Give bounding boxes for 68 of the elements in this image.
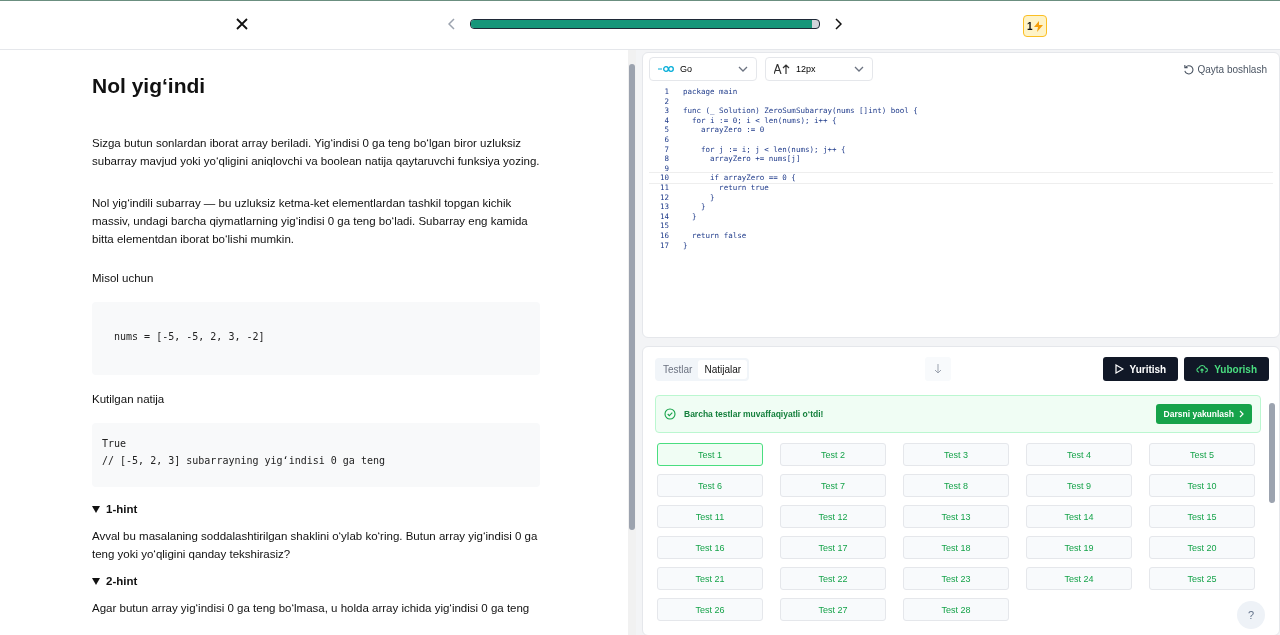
- triangle-icon[interactable]: [92, 577, 100, 585]
- results-tab[interactable]: Testlar: [657, 359, 699, 379]
- cloud-upload-icon: [1196, 364, 1209, 374]
- lightning-icon: [1033, 20, 1043, 32]
- test-case-button[interactable]: Test 12: [780, 505, 886, 528]
- test-case-button[interactable]: Test 7: [780, 474, 886, 497]
- test-case-button[interactable]: Test 10: [1149, 474, 1255, 497]
- test-case-button[interactable]: Test 5: [1149, 443, 1255, 466]
- close-button[interactable]: [234, 16, 250, 32]
- language-dropdown[interactable]: Go: [649, 57, 757, 81]
- hint-title[interactable]: 1-hint: [106, 503, 138, 515]
- scrollbar-thumb[interactable]: [1269, 403, 1275, 503]
- test-case-button[interactable]: Test 3: [903, 443, 1009, 466]
- test-case-button[interactable]: Test 4: [1026, 443, 1132, 466]
- description-paragraph: Nol yig‘indili subarray — bu uzluksiz ketma-ket elementlardan tashkil topgan kichik massiv, undagi barcha qiymatlarning yig‘indisi 0 ga teng bo‘ladi. Subarray eng kamida bitta elementdan iborat bo‘lishi mumkin.: [92, 196, 529, 247]
- test-case-button[interactable]: Test 8: [903, 474, 1009, 497]
- section-label: Kutilgan natija: [92, 393, 166, 405]
- test-case-button[interactable]: Test 27: [780, 598, 886, 621]
- test-case-button[interactable]: Test 24: [1026, 567, 1132, 590]
- font-size-dropdown[interactable]: 12px: [765, 57, 873, 81]
- run-button[interactable]: Yuritish: [1102, 357, 1179, 381]
- test-case-button[interactable]: Test 23: [903, 567, 1009, 590]
- reset-button[interactable]: Qayta boshlash: [1176, 62, 1273, 76]
- test-case-button[interactable]: Test 11: [657, 505, 763, 528]
- test-case-button[interactable]: Test 15: [1149, 505, 1255, 528]
- test-case-button[interactable]: Test 1: [657, 443, 763, 466]
- test-case-button[interactable]: Test 21: [657, 567, 763, 590]
- chevron-right-icon: [1239, 410, 1244, 418]
- test-case-button[interactable]: Test 16: [657, 536, 763, 559]
- test-case-button[interactable]: Test 26: [657, 598, 763, 621]
- chevron-left-icon: [448, 18, 456, 30]
- test-case-button[interactable]: Test 22: [780, 567, 886, 590]
- results-tab[interactable]: Natijalar: [698, 359, 748, 379]
- font-size-icon: [774, 64, 790, 74]
- test-case-button[interactable]: Test 13: [903, 505, 1009, 528]
- hint-title[interactable]: 2-hint: [106, 575, 138, 587]
- test-case-button[interactable]: Test 9: [1026, 474, 1132, 497]
- test-case-button[interactable]: Test 25: [1149, 567, 1255, 590]
- section-label: Misol uchun: [92, 272, 155, 284]
- problem-title: Nol yig‘indi: [92, 74, 207, 98]
- code-example: nums = [-5, -5, 2, 3, -2]: [92, 302, 540, 375]
- test-case-button[interactable]: Test 6: [657, 474, 763, 497]
- chevron-right-icon: [834, 18, 842, 30]
- triangle-icon[interactable]: [92, 505, 100, 513]
- success-message: Barcha testlar muvaffaqiyatli o‘tdi!: [684, 409, 825, 419]
- caret-icon: [738, 66, 748, 72]
- reset-icon: [1182, 63, 1194, 75]
- test-case-button[interactable]: Test 14: [1026, 505, 1132, 528]
- go-logo-icon: [658, 66, 674, 72]
- hint-text: Agar butun array yig‘indisi 0 ga teng bo‘lmasa, u holda array ichida yig‘indisi 0 ga teng: [92, 601, 531, 616]
- hint-text: Avval bu masalaning soddalashtirilgan shaklini o‘ylab ko‘ring. Butun array yig‘indisi 0 ga teng yoki yo‘qligini qanday tekshirasiz?: [92, 529, 539, 562]
- arrow-down-icon: [934, 364, 943, 374]
- test-case-button[interactable]: Test 19: [1026, 536, 1132, 559]
- test-case-button[interactable]: Test 17: [780, 536, 886, 559]
- check-circle-icon: [664, 408, 676, 420]
- test-case-button[interactable]: Test 28: [903, 598, 1009, 621]
- caret-icon: [854, 66, 864, 72]
- play-icon: [1114, 364, 1124, 374]
- finish-lesson-button[interactable]: Darsni yakunlash: [1155, 404, 1252, 424]
- submit-button[interactable]: Yuborish: [1184, 357, 1269, 381]
- scrollbar-thumb[interactable]: [629, 64, 635, 530]
- streak-count: 1: [1027, 20, 1033, 32]
- test-case-button[interactable]: Test 2: [780, 443, 886, 466]
- description-paragraph: Sizga butun sonlardan iborat array beriladi. Yig‘indisi 0 ga teng bo‘lgan biror uzluksiz subarray mavjud yoki yo‘qligini aniqlovchi va boolean natija qaytaruvchi funksiya yozing.: [92, 136, 540, 169]
- test-case-button[interactable]: Test 20: [1149, 536, 1255, 559]
- code-example: True // [-5, 2, 3] subarrayning yig‘indisi 0 ga teng: [92, 423, 540, 487]
- help-button[interactable]: ?: [1237, 601, 1265, 629]
- test-case-button[interactable]: Test 18: [903, 536, 1009, 559]
